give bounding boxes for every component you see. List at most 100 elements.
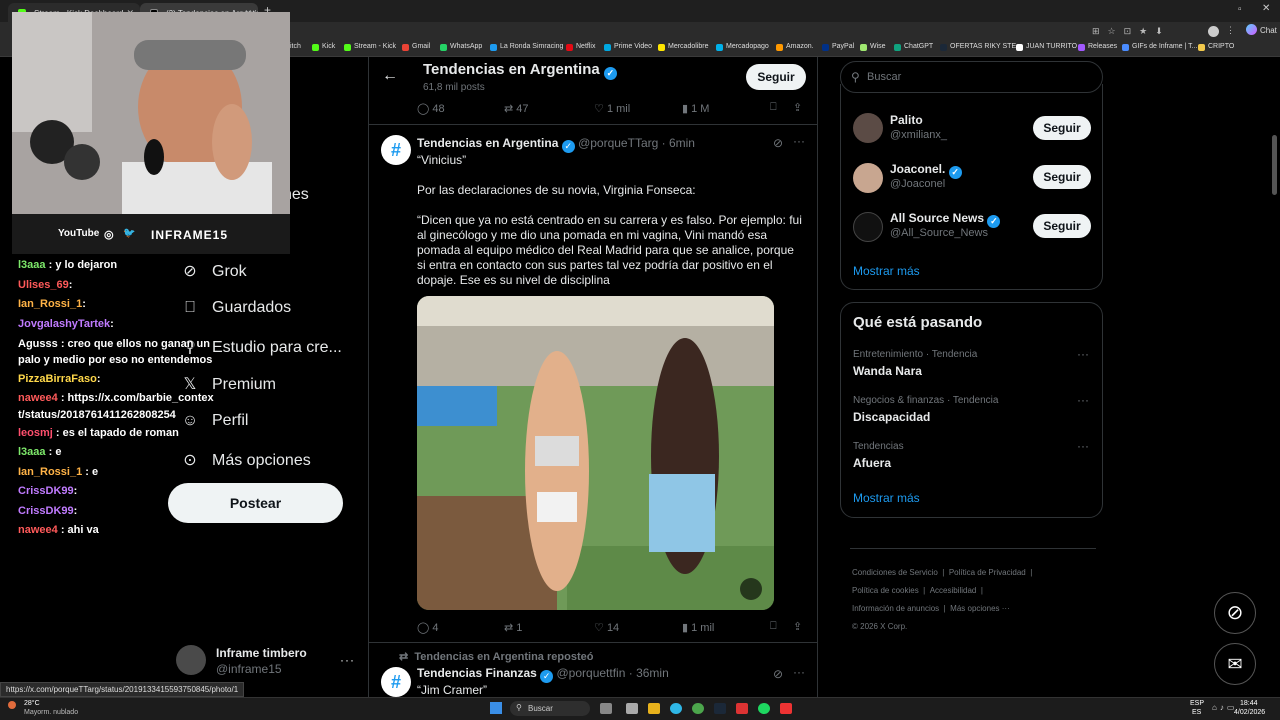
more-icon[interactable]: ··· <box>1077 347 1089 361</box>
avatar[interactable] <box>176 645 206 675</box>
bookmark[interactable]: Prime Video <box>604 43 652 51</box>
app-icon[interactable] <box>780 703 792 714</box>
toolbar-icons[interactable]: ⊞☆⊡★⬇ <box>1092 26 1171 37</box>
footer-link[interactable]: Condiciones de Servicio <box>852 568 938 577</box>
account-name[interactable]: Inframe timbero <box>216 646 307 660</box>
close-window-icon[interactable]: ✕ <box>1262 3 1270 14</box>
avatar[interactable]: # <box>381 135 411 165</box>
follow-button[interactable]: Seguir <box>746 64 806 90</box>
tweet-author-handle[interactable]: @porqueTTarg <box>578 136 658 150</box>
account-more-icon[interactable]: ··· <box>340 653 355 667</box>
bookmark-action-icon[interactable]: ⎕ <box>770 101 777 114</box>
retweet-count[interactable]: ⇄ 47 <box>504 102 529 115</box>
avatar[interactable] <box>853 163 883 193</box>
like-count[interactable]: ♡ 14 <box>594 621 619 634</box>
trend-item[interactable]: Entretenimiento · Tendencia Wanda Nara ·… <box>841 345 1102 385</box>
more-icon[interactable]: ··· <box>793 665 805 679</box>
share-icon[interactable]: ⇪ <box>793 101 802 114</box>
share-icon[interactable]: ⇪ <box>793 620 802 633</box>
suggestion-name[interactable]: Palito <box>890 113 923 127</box>
spotify-icon[interactable] <box>758 703 770 714</box>
avatar[interactable] <box>853 212 883 242</box>
show-more-link[interactable]: Mostrar más <box>853 491 920 505</box>
weather-temp[interactable]: 28°C <box>24 700 40 707</box>
trend-item[interactable]: Tendencias Afuera ··· <box>841 439 1102 479</box>
show-more-link[interactable]: Mostrar más <box>853 264 920 278</box>
footer-link[interactable]: Información de anuncios <box>852 604 939 613</box>
messages-float-button[interactable]: ✉ <box>1214 643 1256 685</box>
bookmark[interactable]: Wise <box>860 43 886 51</box>
reply-count[interactable]: ◯ 48 <box>417 102 445 115</box>
avatar[interactable] <box>853 113 883 143</box>
more-icon[interactable]: ··· <box>1077 393 1089 407</box>
footer-link[interactable]: Accesibilidad <box>930 586 977 595</box>
footer-link[interactable]: Política de Privacidad <box>949 568 1026 577</box>
input-language[interactable]: ESP <box>1190 700 1204 707</box>
bookmark[interactable]: Mercadolibre <box>658 43 708 51</box>
bookmark-action-icon[interactable]: ⎕ <box>770 620 777 633</box>
retweet-count[interactable]: ⇄ 1 <box>504 621 522 634</box>
tweet-author-name[interactable]: Tendencias en Argentina <box>417 136 558 150</box>
trend-item[interactable]: Negocios & finanzas · Tendencia Discapac… <box>841 392 1102 432</box>
bookmark[interactable]: OFERTAS RIKY STE... <box>940 43 1022 51</box>
search-input[interactable]: Buscar <box>867 71 901 83</box>
taskbar-search[interactable]: ⚲ Buscar <box>510 701 590 716</box>
suggestion-name[interactable]: Joaconel. <box>890 162 945 176</box>
scrollbar-thumb[interactable] <box>1272 135 1277 195</box>
clock-date[interactable]: 4/02/2026 <box>1234 709 1265 716</box>
like-count[interactable]: ♡ 1 mil <box>594 102 630 115</box>
windows-start-icon[interactable] <box>490 702 502 714</box>
maximize-icon[interactable]: ▫ <box>1238 4 1242 15</box>
bookmark[interactable]: La Ronda Simracing <box>490 43 563 51</box>
copilot-icon[interactable] <box>1246 24 1257 35</box>
more-icon[interactable]: ··· <box>1077 439 1089 453</box>
view-count[interactable]: ▮ 1 M <box>682 102 709 115</box>
grok-float-button[interactable]: ⊘ <box>1214 592 1256 634</box>
tweet-photo[interactable] <box>417 296 774 610</box>
tweet-time[interactable]: · 6min <box>662 136 695 150</box>
app-icon[interactable] <box>626 703 638 714</box>
bookmark[interactable]: Amazon. <box>776 43 814 51</box>
bookmark[interactable]: Releases <box>1078 43 1117 51</box>
clock-time[interactable]: 18:44 <box>1240 700 1258 707</box>
bookmark[interactable]: Mercadopago <box>716 43 769 51</box>
suggestion-name[interactable]: All Source News <box>890 211 984 225</box>
bookmark[interactable]: JUAN TURRITO <box>1016 43 1077 51</box>
chrome-icon[interactable] <box>692 703 704 714</box>
bookmark[interactable]: Netflix <box>566 43 595 51</box>
view-count[interactable]: ▮ 1 mil <box>682 621 714 634</box>
bookmark[interactable]: Stream - Kick <box>344 43 396 51</box>
weather-desc[interactable]: Mayorm. nublado <box>24 709 78 716</box>
tweet-time[interactable]: · 36min <box>629 666 669 680</box>
menu-icon[interactable]: ⋮ <box>1226 25 1235 36</box>
footer-link[interactable]: Política de cookies <box>852 586 919 595</box>
grok-icon[interactable]: ⊘ <box>773 136 783 150</box>
bookmark[interactable]: GIFs de Inframe | T... <box>1122 43 1198 51</box>
more-icon[interactable]: ··· <box>793 134 805 148</box>
bookmark[interactable]: WhatsApp <box>440 43 482 51</box>
bookmark[interactable]: Gmail <box>402 43 430 51</box>
back-arrow-icon[interactable]: ← <box>382 67 398 85</box>
avatar[interactable]: # <box>381 667 411 697</box>
grok-icon[interactable]: ⊘ <box>773 667 783 681</box>
app-icon[interactable] <box>600 703 612 714</box>
bookmark[interactable]: Kick <box>312 43 335 51</box>
repost-label[interactable]: Tendencias en Argentina reposteó <box>414 651 593 663</box>
edge-icon[interactable] <box>670 703 682 714</box>
divider <box>850 548 1096 549</box>
tweet-author-name[interactable]: Tendencias Finanzas <box>417 666 537 680</box>
follow-button[interactable]: Seguir <box>1033 165 1091 189</box>
footer-link[interactable]: Más opciones ··· <box>950 604 1010 613</box>
bookmark[interactable]: PayPal <box>822 43 854 51</box>
reply-count[interactable]: ◯ 4 <box>417 621 439 634</box>
follow-button[interactable]: Seguir <box>1033 116 1091 140</box>
folder-icon[interactable] <box>648 703 660 714</box>
steam-icon[interactable] <box>714 703 726 714</box>
bookmark[interactable]: CRIPTO <box>1198 43 1234 51</box>
follow-button[interactable]: Seguir <box>1033 214 1091 238</box>
bookmark[interactable]: ChatGPT <box>894 43 933 51</box>
chat-button[interactable]: Chat <box>1260 26 1277 35</box>
tweet-author-handle[interactable]: @porquettfin <box>557 666 626 680</box>
profile-avatar[interactable] <box>1208 26 1219 37</box>
app-icon[interactable] <box>736 703 748 714</box>
